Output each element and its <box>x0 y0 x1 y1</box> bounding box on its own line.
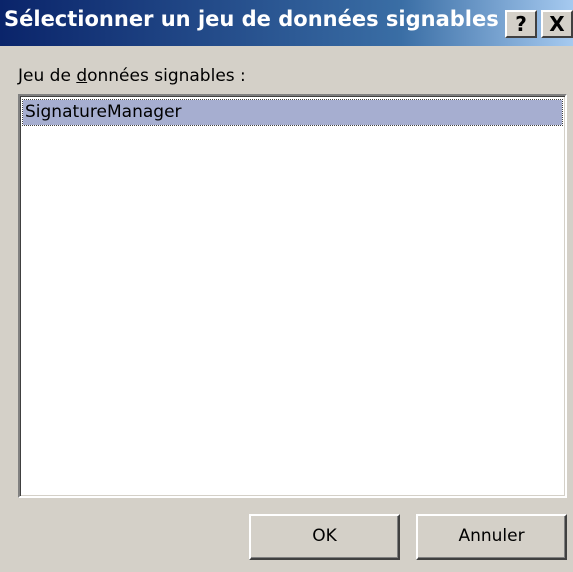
dialog-title: Sélectionner un jeu de données signables <box>4 7 499 31</box>
label-prefix: Jeu de <box>18 66 77 86</box>
cancel-button[interactable]: Annuler <box>416 514 567 560</box>
list-item-signaturemanager[interactable]: SignatureManager <box>22 99 563 126</box>
select-signable-dataset-dialog: Sélectionner un jeu de données signables… <box>0 0 573 572</box>
close-icon: X <box>549 12 565 36</box>
help-icon: ? <box>515 12 527 36</box>
label-suffix: onnées signables : <box>87 66 246 86</box>
title-bar[interactable]: Sélectionner un jeu de données signables… <box>0 0 573 46</box>
label-accelerator: d <box>76 66 88 86</box>
help-button[interactable]: ? <box>505 10 537 38</box>
signable-datasets-label: Jeu de données signables : <box>18 66 246 86</box>
signable-datasets-list[interactable]: SignatureManager <box>18 94 567 498</box>
close-button[interactable]: X <box>541 10 573 38</box>
ok-button[interactable]: OK <box>249 514 400 560</box>
